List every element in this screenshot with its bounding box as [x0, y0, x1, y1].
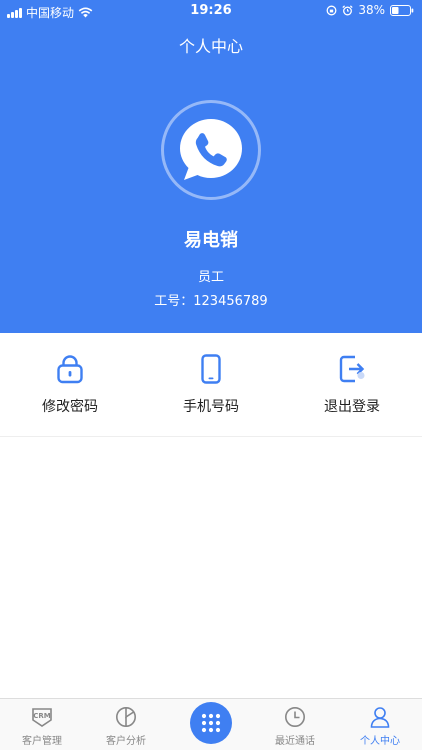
phone-chat-bubble-icon	[180, 119, 242, 180]
user-icon	[370, 707, 390, 728]
logout-icon	[339, 355, 365, 383]
tab-recent-calls-label: 最近通话	[275, 736, 315, 747]
tab-personal-center[interactable]: 个人中心	[338, 699, 422, 750]
action-row: 修改密码 手机号码 退出登录	[0, 333, 422, 437]
alarm-icon	[342, 4, 353, 15]
employee-id: 工号：123456789	[154, 294, 268, 309]
rotation-lock-icon	[326, 5, 337, 15]
lock-icon	[57, 355, 83, 384]
phone-number-button[interactable]: 手机号码	[141, 333, 281, 437]
page-title: 个人中心	[178, 37, 243, 56]
dialpad-icon	[201, 713, 221, 733]
battery-icon	[390, 4, 414, 16]
tab-personal-center-label: 个人中心	[360, 736, 400, 747]
dialpad-button[interactable]	[190, 702, 232, 744]
pie-chart-icon	[116, 707, 136, 727]
status-right: 38%	[326, 3, 414, 17]
logout-button[interactable]: 退出登录	[282, 333, 422, 437]
tab-recent-calls[interactable]: 最近通话	[253, 699, 337, 750]
user-role: 员工	[197, 270, 224, 285]
mobile-phone-icon	[201, 354, 221, 384]
phone-number-label: 手机号码	[183, 399, 239, 415]
svg-text:CRM: CRM	[33, 712, 51, 720]
tab-customer-management-label: 客户管理	[22, 736, 62, 747]
change-password-label: 修改密码	[42, 399, 98, 415]
change-password-button[interactable]: 修改密码	[0, 333, 140, 437]
crm-icon: CRM	[32, 708, 52, 727]
user-name: 易电销	[184, 230, 238, 251]
tab-customer-analysis-label: 客户分析	[106, 736, 146, 747]
clock-icon	[285, 707, 305, 727]
profile-header: 中国移动 19:26 38% 个人中心 易电销 员工 工号：123456789	[0, 0, 422, 333]
battery-percent: 38%	[358, 3, 385, 17]
tab-customer-management[interactable]: CRM 客户管理	[0, 699, 84, 750]
status-bar: 中国移动 19:26 38%	[0, 0, 422, 22]
logout-label: 退出登录	[324, 399, 380, 415]
tab-customer-analysis[interactable]: 客户分析	[84, 699, 168, 750]
